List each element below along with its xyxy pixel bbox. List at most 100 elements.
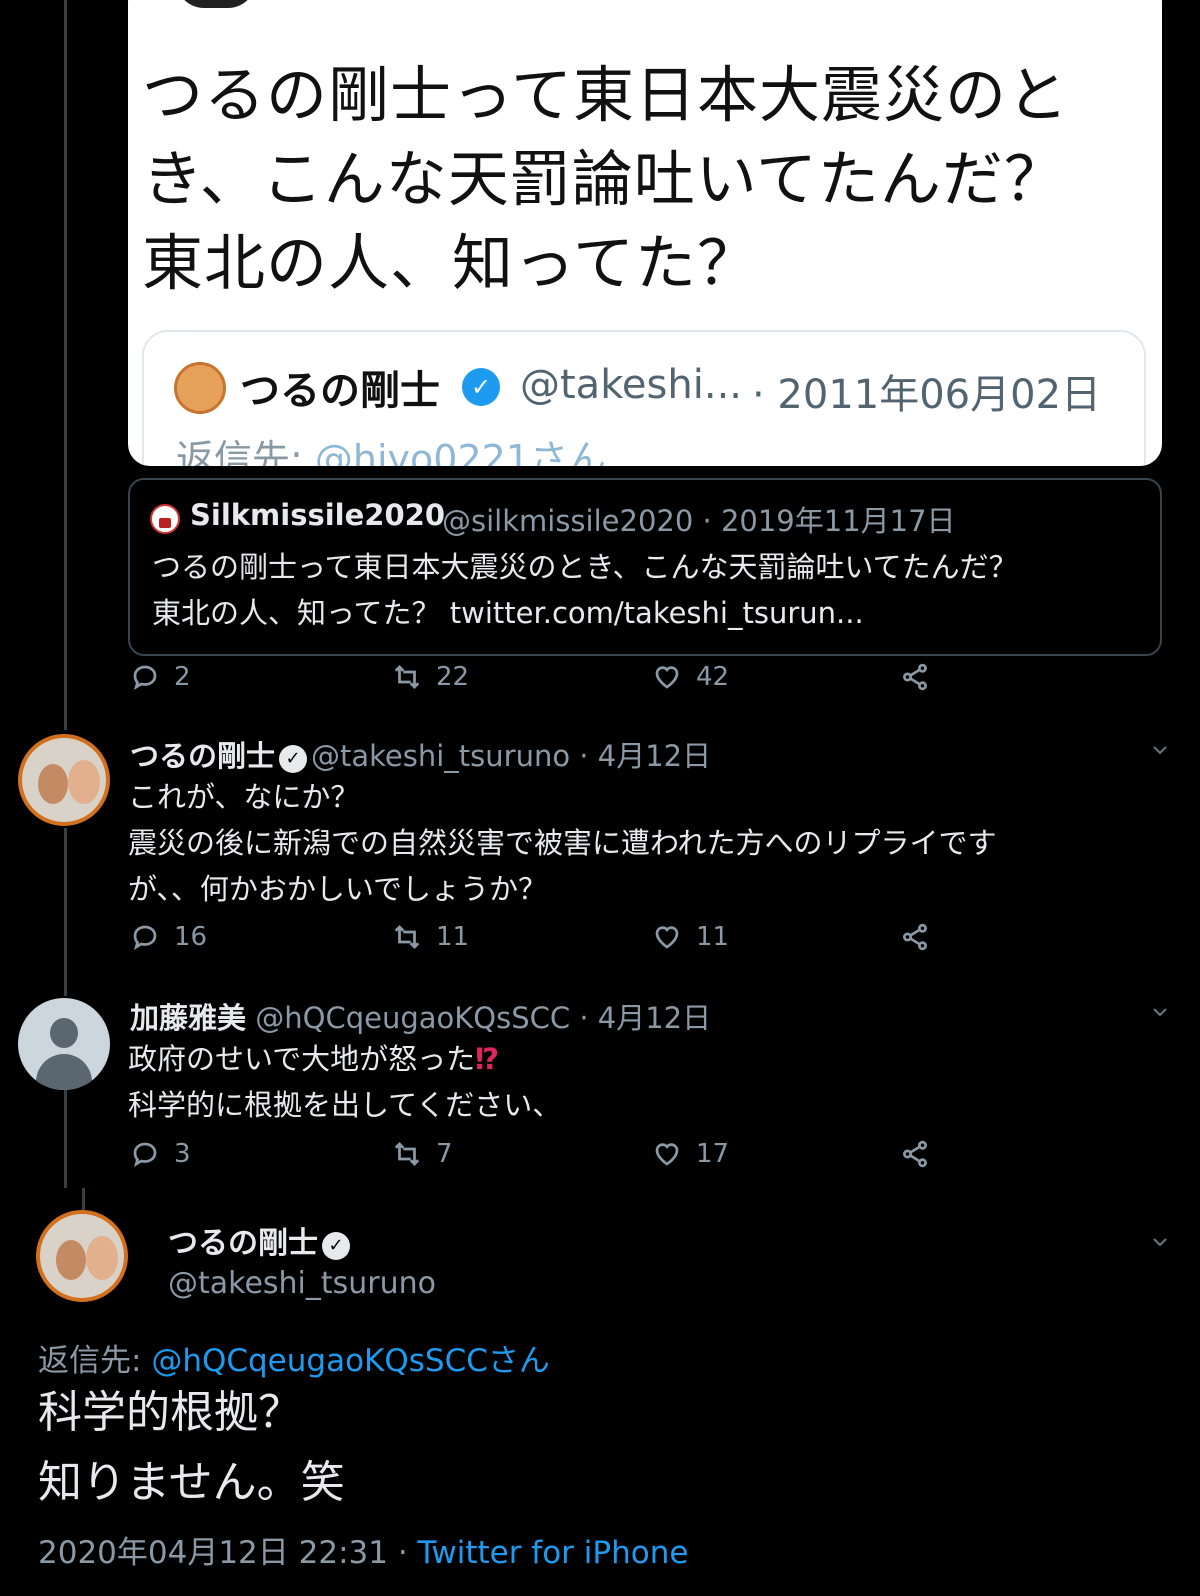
verified-icon: ✓ xyxy=(322,1232,350,1260)
tweet-actions: 2 22 42 xyxy=(130,662,950,702)
chevron-down-icon[interactable] xyxy=(1150,1232,1170,1252)
retweet-count: 22 xyxy=(436,662,470,692)
tweet-actions: 3 7 17 xyxy=(130,1139,950,1179)
inner-quoted-tweet[interactable]: つるの剛士 ✓ @takeshi... · 2011年06月02日 返信先: @… xyxy=(142,330,1146,466)
author-meta: @silkmissile2020 · 2019年11月17日 xyxy=(442,504,956,538)
like-count: 42 xyxy=(696,662,730,692)
reply-count: 16 xyxy=(174,922,208,952)
text-line: 知りません。笑 xyxy=(38,1457,345,1508)
reply-to: 返信先: @hQCqeugaoKQsSCCさん xyxy=(38,1335,550,1380)
avatar xyxy=(176,0,256,8)
like-icon xyxy=(655,666,679,689)
share-icon xyxy=(903,1140,927,1168)
retweet-icon xyxy=(394,1142,420,1166)
avatar-face xyxy=(86,1236,118,1280)
avatar-head xyxy=(50,1018,78,1048)
reply-button[interactable]: 2 xyxy=(130,662,191,692)
tweet-text: 政府のせいで大地が怒った⁉ 科学的に根拠を出してください、 xyxy=(128,1036,1128,1128)
chevron-down-icon[interactable] xyxy=(1150,1002,1170,1022)
author-meta: @hQCqeugaoKQsSCC · 4月12日 xyxy=(255,1001,712,1035)
avatar-face xyxy=(38,764,68,804)
screenshot-tweet-text: つるの剛士って東日本大震災のと き、こんな天罰論吐いてたんだ？ 東北の人、知って… xyxy=(142,54,1142,306)
author-name[interactable]: つるの剛士 ✓ xyxy=(168,1218,354,1262)
tweet-footer: 2020年04月12日 22:31 · Twitter for iPhone xyxy=(38,1527,688,1572)
reply-count: 3 xyxy=(174,1139,191,1169)
retweet-count: 7 xyxy=(436,1139,453,1169)
author-name[interactable]: 加藤雅美 xyxy=(130,1001,246,1035)
retweet-count: 11 xyxy=(436,922,470,952)
interrobang-emoji: ⁉ xyxy=(475,1042,500,1076)
text-line: つるの剛士って東日本大震災のと xyxy=(142,60,1069,131)
author-name[interactable]: つるの剛士 xyxy=(130,739,275,773)
author-name: Silkmissile2020 xyxy=(190,498,445,532)
text-line: これが、なにか？ xyxy=(128,780,360,814)
verified-icon: ✓ xyxy=(279,745,308,773)
like-button[interactable]: 11 xyxy=(652,922,729,952)
share-button[interactable] xyxy=(900,922,930,952)
text-line: 科学的根拠？ xyxy=(38,1387,302,1438)
tweet-header: 加藤雅美 @hQCqeugaoKQsSCC · 4月12日 xyxy=(130,995,711,1037)
reply-to: 返信先: @hiyo0221さん xyxy=(176,428,606,466)
share-button[interactable] xyxy=(900,1139,930,1169)
chevron-down-icon[interactable] xyxy=(1150,740,1170,760)
avatar[interactable] xyxy=(36,1210,128,1302)
avatar-face xyxy=(56,1240,86,1280)
reply-icon xyxy=(133,1142,157,1167)
avatar[interactable] xyxy=(18,734,110,826)
retweet-button[interactable]: 11 xyxy=(392,922,469,952)
text-segment: 政府のせいで大地が怒った xyxy=(128,1042,476,1076)
thread-line xyxy=(64,0,67,730)
reply-handle-link[interactable]: @hQCqeugaoKQsSCCさん xyxy=(151,1343,550,1379)
avatar xyxy=(150,504,180,534)
retweet-button[interactable]: 7 xyxy=(392,1139,453,1169)
thread-line xyxy=(82,1188,85,1210)
like-icon xyxy=(655,1143,679,1166)
retweet-button[interactable]: 22 xyxy=(392,662,469,692)
reply-button[interactable]: 16 xyxy=(130,922,207,952)
text-line: き、こんな天罰論吐いてたんだ？ xyxy=(142,144,1066,215)
verified-icon: ✓ xyxy=(462,368,500,406)
text-line: 科学的に根拠を出してください、 xyxy=(128,1088,562,1122)
text-line: 東北の人、知ってた？ xyxy=(142,228,759,299)
thread-line xyxy=(64,1090,67,1188)
tweet-text: これが、なにか？ 震災の後に新潟での自然災害で被害に遭われた方へのリプライです … xyxy=(128,774,1128,912)
reply-prefix: 返信先: xyxy=(38,1343,152,1379)
text-line: が、、何かおかしいでしょうか？ xyxy=(128,872,548,906)
tweet-actions: 16 11 11 xyxy=(130,922,950,962)
like-button[interactable]: 17 xyxy=(652,1139,729,1169)
author-handle[interactable]: @takeshi_tsuruno xyxy=(168,1266,436,1301)
reply-count: 2 xyxy=(174,662,191,692)
avatar[interactable] xyxy=(18,998,110,1090)
like-icon xyxy=(655,926,679,949)
focused-tweet-text: 科学的根拠？ 知りません。笑 xyxy=(38,1378,345,1518)
source-link[interactable]: Twitter for iPhone xyxy=(418,1535,689,1571)
retweet-icon xyxy=(394,665,420,689)
text-line: 震災の後に新潟での自然災害で被害に遭われた方へのリプライです xyxy=(128,826,997,860)
embedded-screenshot-card[interactable]: つるの剛士って東日本大震災のと き、こんな天罰論吐いてたんだ？ 東北の人、知って… xyxy=(128,0,1162,466)
reply-button[interactable]: 3 xyxy=(130,1139,191,1169)
timestamp[interactable]: 2020年04月12日 22:31 · xyxy=(38,1535,418,1571)
author-name: つるの剛士 xyxy=(240,368,440,414)
text-line: 東北の人、知ってた？ twitter.com/takeshi_tsurun... xyxy=(152,596,864,630)
reply-prefix: 返信先: xyxy=(176,437,315,466)
like-button[interactable]: 42 xyxy=(652,662,729,692)
thread-line xyxy=(64,828,67,996)
share-button[interactable] xyxy=(900,662,930,692)
tweet-header: つるの剛士 ✓ @takeshi_tsuruno · 4月12日 xyxy=(130,733,711,775)
avatar-body xyxy=(36,1054,92,1090)
author-handle: @takeshi... xyxy=(520,362,742,408)
like-count: 17 xyxy=(696,1139,730,1169)
like-count: 11 xyxy=(696,922,730,952)
author-meta: @takeshi_tsuruno · 4月12日 xyxy=(311,739,712,773)
author-name-text: つるの剛士 xyxy=(168,1226,318,1261)
reply-icon xyxy=(133,665,157,690)
quoted-tweet-text: つるの剛士って東日本大震災のとき、こんな天罰論吐いてたんだ？ 東北の人、知ってた… xyxy=(152,544,1152,636)
quoted-tweet[interactable]: Silkmissile2020 @silkmissile2020 · 2019年… xyxy=(128,478,1162,656)
text-line: 政府のせいで大地が怒った⁉ xyxy=(128,1036,1128,1082)
reply-handle-link[interactable]: @hiyo0221さん xyxy=(315,437,606,466)
reply-icon xyxy=(133,925,157,950)
share-icon xyxy=(903,663,927,691)
avatar-face xyxy=(68,760,100,804)
avatar xyxy=(174,362,226,414)
text-line: つるの剛士って東日本大震災のとき、こんな天罰論吐いてたんだ？ xyxy=(152,550,1018,584)
